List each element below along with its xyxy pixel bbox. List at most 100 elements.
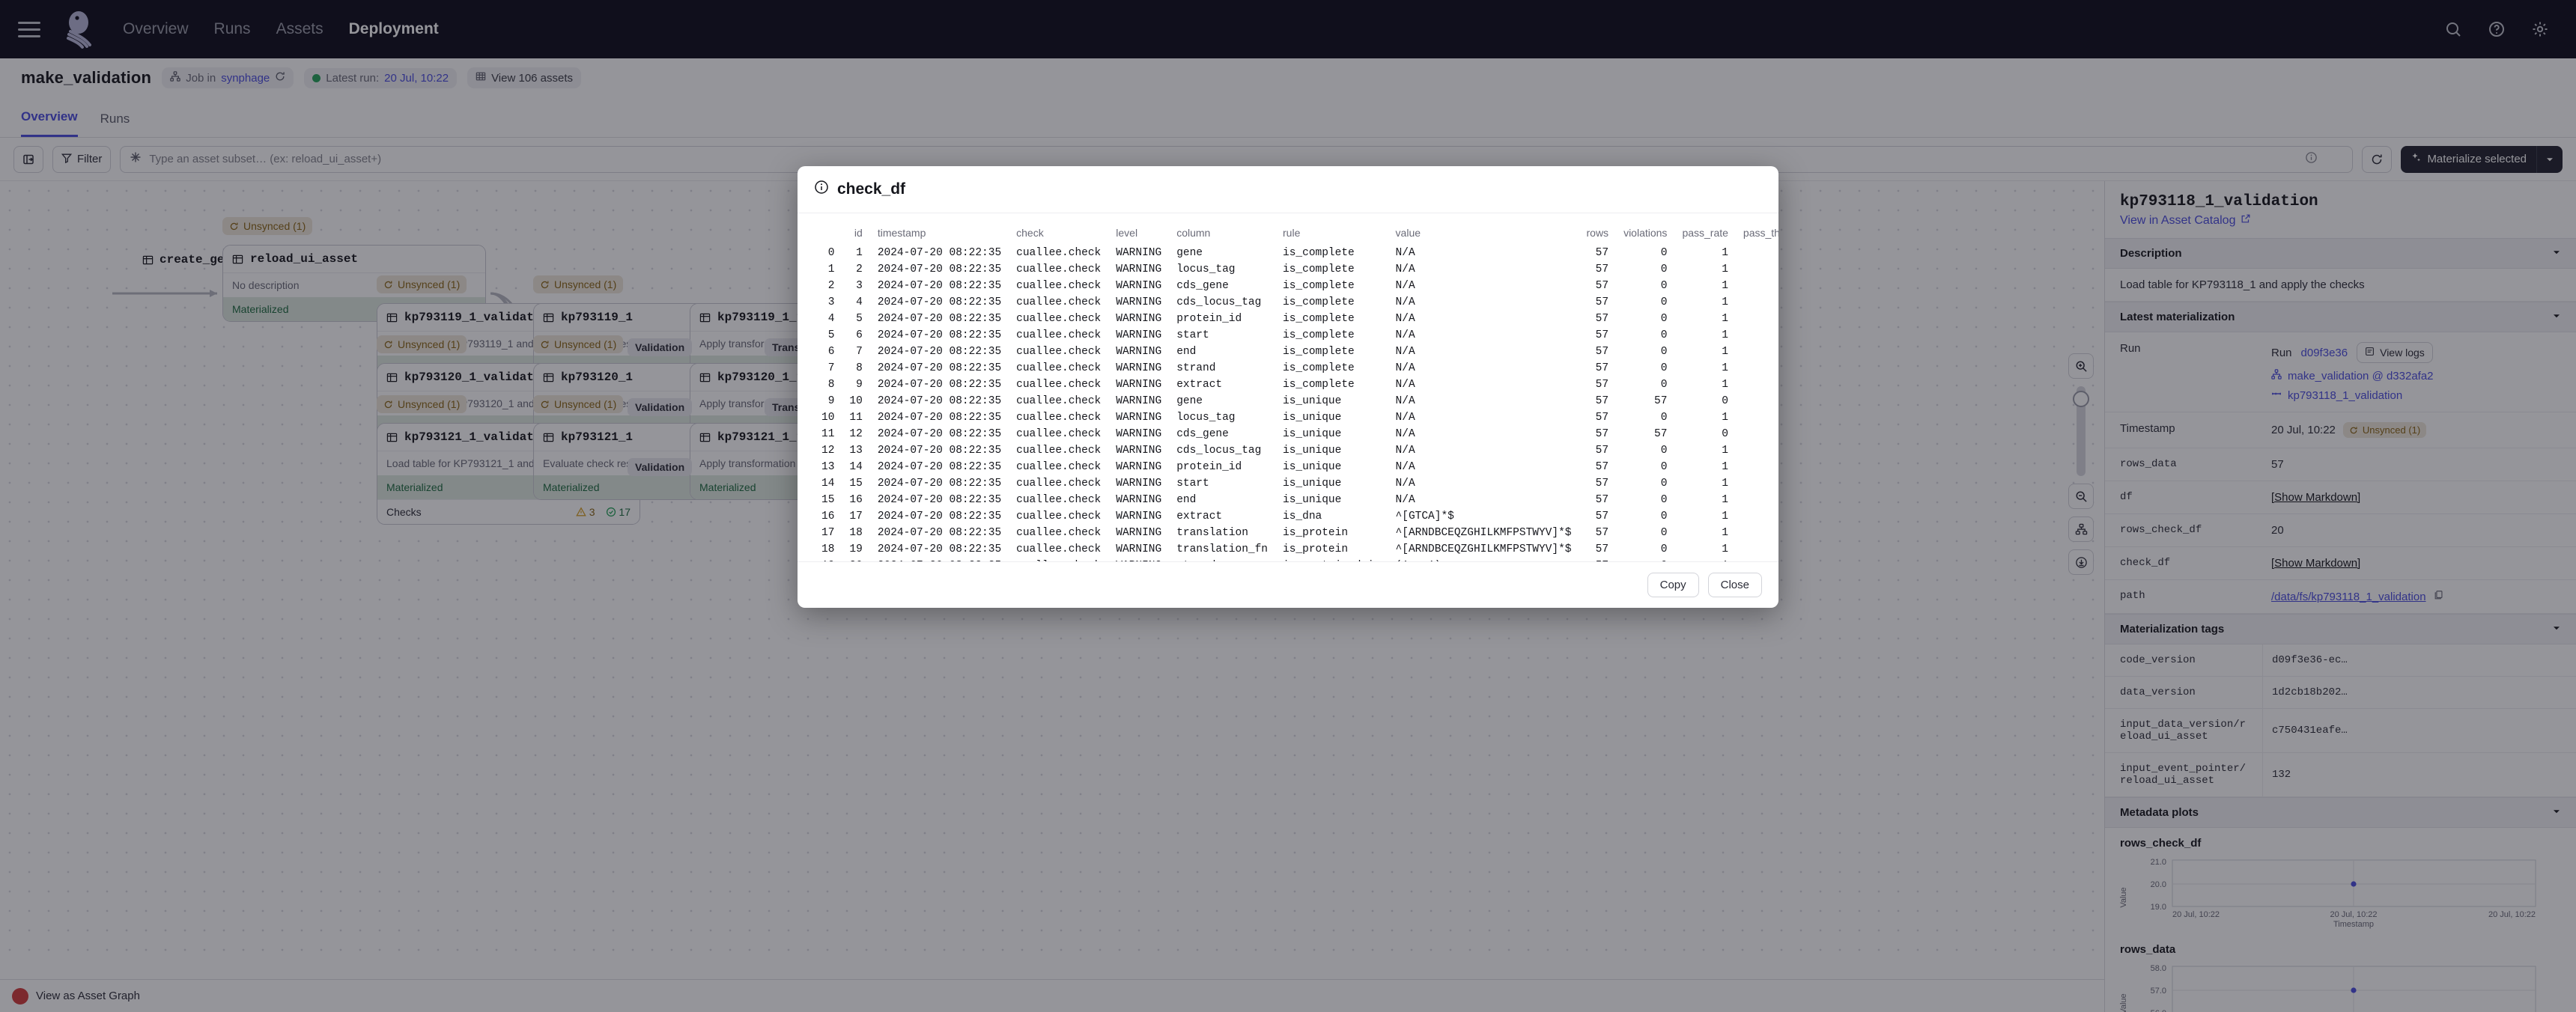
copy-button[interactable]: Copy — [1647, 573, 1699, 597]
table-cell: WARNING — [1116, 296, 1162, 308]
table-cell: 1 — [827, 263, 835, 275]
col-value: value — [1395, 227, 1421, 239]
col-column: column — [1176, 227, 1211, 239]
table-row: 4 5 2024-07-20 08:22:35 cuallee.check WARNIN… — [814, 311, 1778, 327]
table-cell: N/A — [1395, 296, 1415, 308]
table-row: 17 18 2024-07-20 08:22:35 cuallee.check WARN… — [814, 525, 1778, 541]
table-cell: cuallee.check — [1016, 543, 1102, 555]
table-cell: 57 — [1595, 296, 1609, 308]
table-cell: WARNING — [1116, 346, 1162, 358]
table-cell: WARNING — [1116, 395, 1162, 407]
table-cell: 3 — [827, 296, 835, 308]
table-cell: WARNING — [1116, 510, 1162, 522]
col-pass-threshold: pass_threshold — [1743, 227, 1778, 239]
table-row: 10 11 2024-07-20 08:22:35 cuallee.check WARN… — [814, 409, 1778, 426]
table-cell: 13 — [849, 445, 863, 457]
table-cell: WARNING — [1116, 494, 1162, 506]
table-cell: 1 — [1722, 527, 1728, 539]
table-cell: N/A — [1395, 379, 1415, 391]
table-cell: 1 — [1736, 426, 1778, 442]
table-row: 8 9 2024-07-20 08:22:35 cuallee.check WARNIN… — [814, 377, 1778, 393]
table-cell: 10 — [849, 395, 863, 407]
table-cell: is_unique — [1283, 428, 1342, 440]
table-cell: is_complete — [1283, 346, 1355, 358]
table-cell: 0 — [1660, 296, 1668, 308]
col-rule: rule — [1283, 227, 1301, 239]
table-cell: 0 — [1660, 494, 1668, 506]
table-cell: 0 — [1660, 478, 1668, 490]
table-cell: 1 — [1722, 296, 1728, 308]
table-cell: locus_tag — [1176, 412, 1236, 424]
table-cell: 2024-07-20 08:22:35 — [877, 280, 1002, 292]
table-cell: is_unique — [1283, 445, 1342, 457]
table-cell: 1 — [1722, 329, 1728, 341]
table-cell: end — [1176, 494, 1197, 506]
table-cell: 14 — [849, 461, 863, 473]
table-cell: 2 — [856, 263, 863, 275]
table-cell: 1 — [1722, 543, 1728, 555]
table-cell: 3 — [856, 280, 863, 292]
modal-body[interactable]: id timestamp check level column rule val… — [798, 213, 1778, 561]
table-cell: 1 — [1722, 313, 1728, 325]
col-check: check — [1016, 227, 1044, 239]
col-level: level — [1116, 227, 1138, 239]
table-cell: WARNING — [1116, 280, 1162, 292]
table-cell: N/A — [1395, 263, 1415, 275]
table-cell: N/A — [1395, 461, 1415, 473]
table-cell: N/A — [1395, 478, 1415, 490]
table-cell: 1 — [1736, 541, 1778, 558]
table-cell: 1 — [1736, 278, 1778, 294]
table-cell: 2024-07-20 08:22:35 — [877, 395, 1002, 407]
table-cell: 1 — [1736, 393, 1778, 409]
table-row: 3 4 2024-07-20 08:22:35 cuallee.check WARNIN… — [814, 294, 1778, 311]
modal-footer: Copy Close — [798, 561, 1778, 608]
col-id: id — [854, 227, 863, 239]
table-cell: WARNING — [1116, 543, 1162, 555]
table-cell: 2024-07-20 08:22:35 — [877, 461, 1002, 473]
table-cell: WARNING — [1116, 445, 1162, 457]
table-row: 2 3 2024-07-20 08:22:35 cuallee.check WARNIN… — [814, 278, 1778, 294]
table-cell: start — [1176, 329, 1209, 341]
table-cell: 11 — [849, 412, 863, 424]
table-cell: is_unique — [1283, 494, 1342, 506]
table-cell: cuallee.check — [1016, 247, 1102, 259]
table-row: 18 19 2024-07-20 08:22:35 cuallee.check WARN… — [814, 541, 1778, 558]
table-cell: 1 — [1736, 344, 1778, 360]
table-cell: 17 — [821, 527, 835, 539]
close-button[interactable]: Close — [1707, 573, 1762, 597]
table-cell: cuallee.check — [1016, 478, 1102, 490]
table-cell: 2024-07-20 08:22:35 — [877, 329, 1002, 341]
table-cell: 0 — [1660, 543, 1668, 555]
table-cell: cuallee.check — [1016, 313, 1102, 325]
table-cell: 57 — [1595, 445, 1609, 457]
table-cell: N/A — [1395, 329, 1415, 341]
table-cell: is_unique — [1283, 478, 1342, 490]
table-cell: locus_tag — [1176, 263, 1236, 275]
table-cell: 0 — [1660, 313, 1668, 325]
table-cell: extract — [1176, 510, 1223, 522]
table-row: 9 10 2024-07-20 08:22:35 cuallee.check WARNI… — [814, 393, 1778, 409]
table-cell: 0 — [1660, 263, 1668, 275]
table-cell: 2024-07-20 08:22:35 — [877, 263, 1002, 275]
table-cell: cuallee.check — [1016, 428, 1102, 440]
table-cell: 57 — [1595, 379, 1609, 391]
table-cell: cds_gene — [1176, 280, 1229, 292]
table-cell: 2024-07-20 08:22:35 — [877, 247, 1002, 259]
table-cell: 15 — [821, 494, 835, 506]
table-cell: WARNING — [1116, 329, 1162, 341]
table-cell: translation — [1176, 527, 1248, 539]
table-cell: 17 — [849, 510, 863, 522]
table-cell: 57 — [1595, 362, 1609, 374]
table-cell: 1 — [1736, 475, 1778, 492]
table-cell: 13 — [821, 461, 835, 473]
table-cell: 57 — [1595, 412, 1609, 424]
table-cell: 1 — [1736, 442, 1778, 459]
table-cell: 57 — [1654, 428, 1668, 440]
table-row: 7 8 2024-07-20 08:22:35 cuallee.check WARNIN… — [814, 360, 1778, 377]
table-cell: 2024-07-20 08:22:35 — [877, 412, 1002, 424]
table-cell: 1 — [1736, 245, 1778, 261]
table-cell: WARNING — [1116, 263, 1162, 275]
table-cell: 57 — [1595, 313, 1609, 325]
table-cell: 2024-07-20 08:22:35 — [877, 379, 1002, 391]
table-cell: 18 — [821, 543, 835, 555]
